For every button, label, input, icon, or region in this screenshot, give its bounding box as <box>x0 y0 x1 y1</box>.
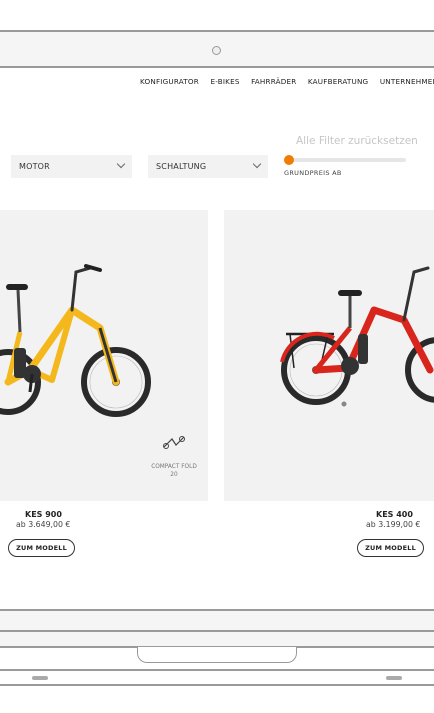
zum-modell-button[interactable]: ZUM MODELL <box>8 539 75 557</box>
chevron-down-icon <box>116 159 126 169</box>
product-price: ab 3.199,00 € <box>366 520 421 529</box>
laptop-foot-left <box>32 676 48 680</box>
badge-line-2: 20 <box>170 472 178 478</box>
laptop-base <box>0 611 434 630</box>
nav-item-e-bikes[interactable]: E-BIKES <box>210 77 239 86</box>
zum-modell-button[interactable]: ZUM MODELL <box>357 539 424 557</box>
product-card-kes-900[interactable]: COMPACT FOLD 20 <box>0 210 208 501</box>
folding-bike-icon <box>163 436 185 449</box>
badge-label: COMPACT FOLD 20 <box>140 463 208 479</box>
badge-line-1: COMPACT FOLD <box>151 464 197 470</box>
camera-icon <box>212 46 221 55</box>
product-card-kes-400[interactable] <box>224 210 434 501</box>
laptop-base-lower <box>0 632 434 646</box>
schaltung-select-label: SCHALTUNG <box>156 162 207 171</box>
price-slider-label: GRUNDPREIS AB <box>284 169 342 177</box>
price-slider-thumb[interactable] <box>284 155 294 165</box>
nav-item-kaufberatung[interactable]: KAUFBERATUNG <box>308 77 368 86</box>
laptop-hinge <box>137 647 297 663</box>
base-bottom-line <box>0 669 434 671</box>
base-edge-line <box>0 684 434 686</box>
chevron-down-icon <box>252 159 262 169</box>
frame-bezel-line <box>0 66 434 68</box>
product-name[interactable]: KES 900 <box>25 510 62 519</box>
product-name[interactable]: KES 400 <box>376 510 413 519</box>
main-nav: KONFIGURATOR E-BIKES FAHRRÄDER KAUFBERAT… <box>140 77 434 86</box>
schaltung-select[interactable]: SCHALTUNG <box>148 155 268 178</box>
nav-item-unternehmen[interactable]: UNTERNEHMEN <box>380 77 434 86</box>
product-price: ab 3.649,00 € <box>16 520 71 529</box>
bike-image-kes-900 <box>0 264 151 417</box>
reset-filters-link[interactable]: Alle Filter zurücksetzen <box>296 135 418 147</box>
motor-select[interactable]: MOTOR <box>11 155 132 178</box>
nav-item-konfigurator[interactable]: KONFIGURATOR <box>140 77 199 86</box>
laptop-foot-right <box>386 676 402 680</box>
price-slider-track[interactable] <box>290 158 406 162</box>
motor-select-label: MOTOR <box>19 162 50 171</box>
nav-item-fahrraeder[interactable]: FAHRRÄDER <box>251 77 296 86</box>
bike-image-kes-400 <box>280 266 434 407</box>
